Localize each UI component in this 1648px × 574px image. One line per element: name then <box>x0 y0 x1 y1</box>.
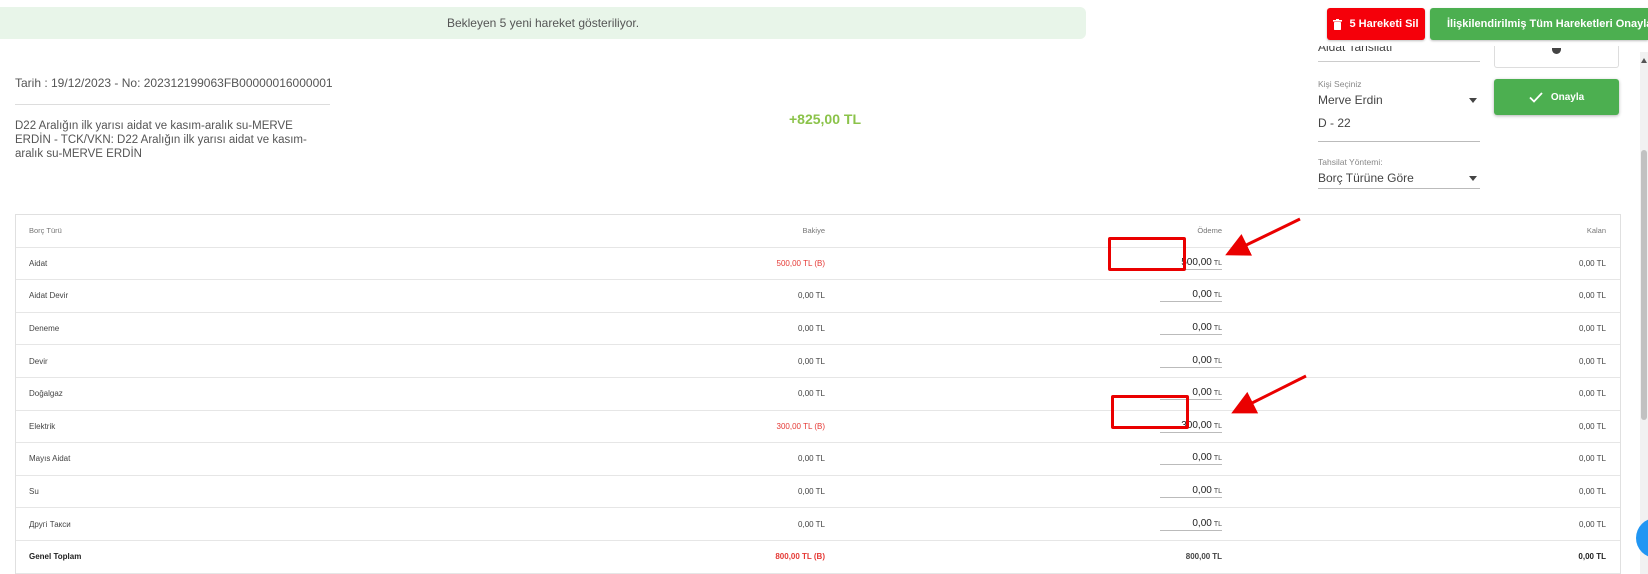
annotation-arrow-icon <box>1231 374 1307 414</box>
scroll-up-icon[interactable] <box>1641 58 1647 63</box>
page: Bekleyen 5 yeni hareket gösteriliyor. 5 … <box>0 0 1648 574</box>
scrollbar-thumb[interactable] <box>1641 150 1647 420</box>
annotation-arrows <box>1225 217 1307 414</box>
annotation-arrow-icon <box>1225 217 1301 256</box>
